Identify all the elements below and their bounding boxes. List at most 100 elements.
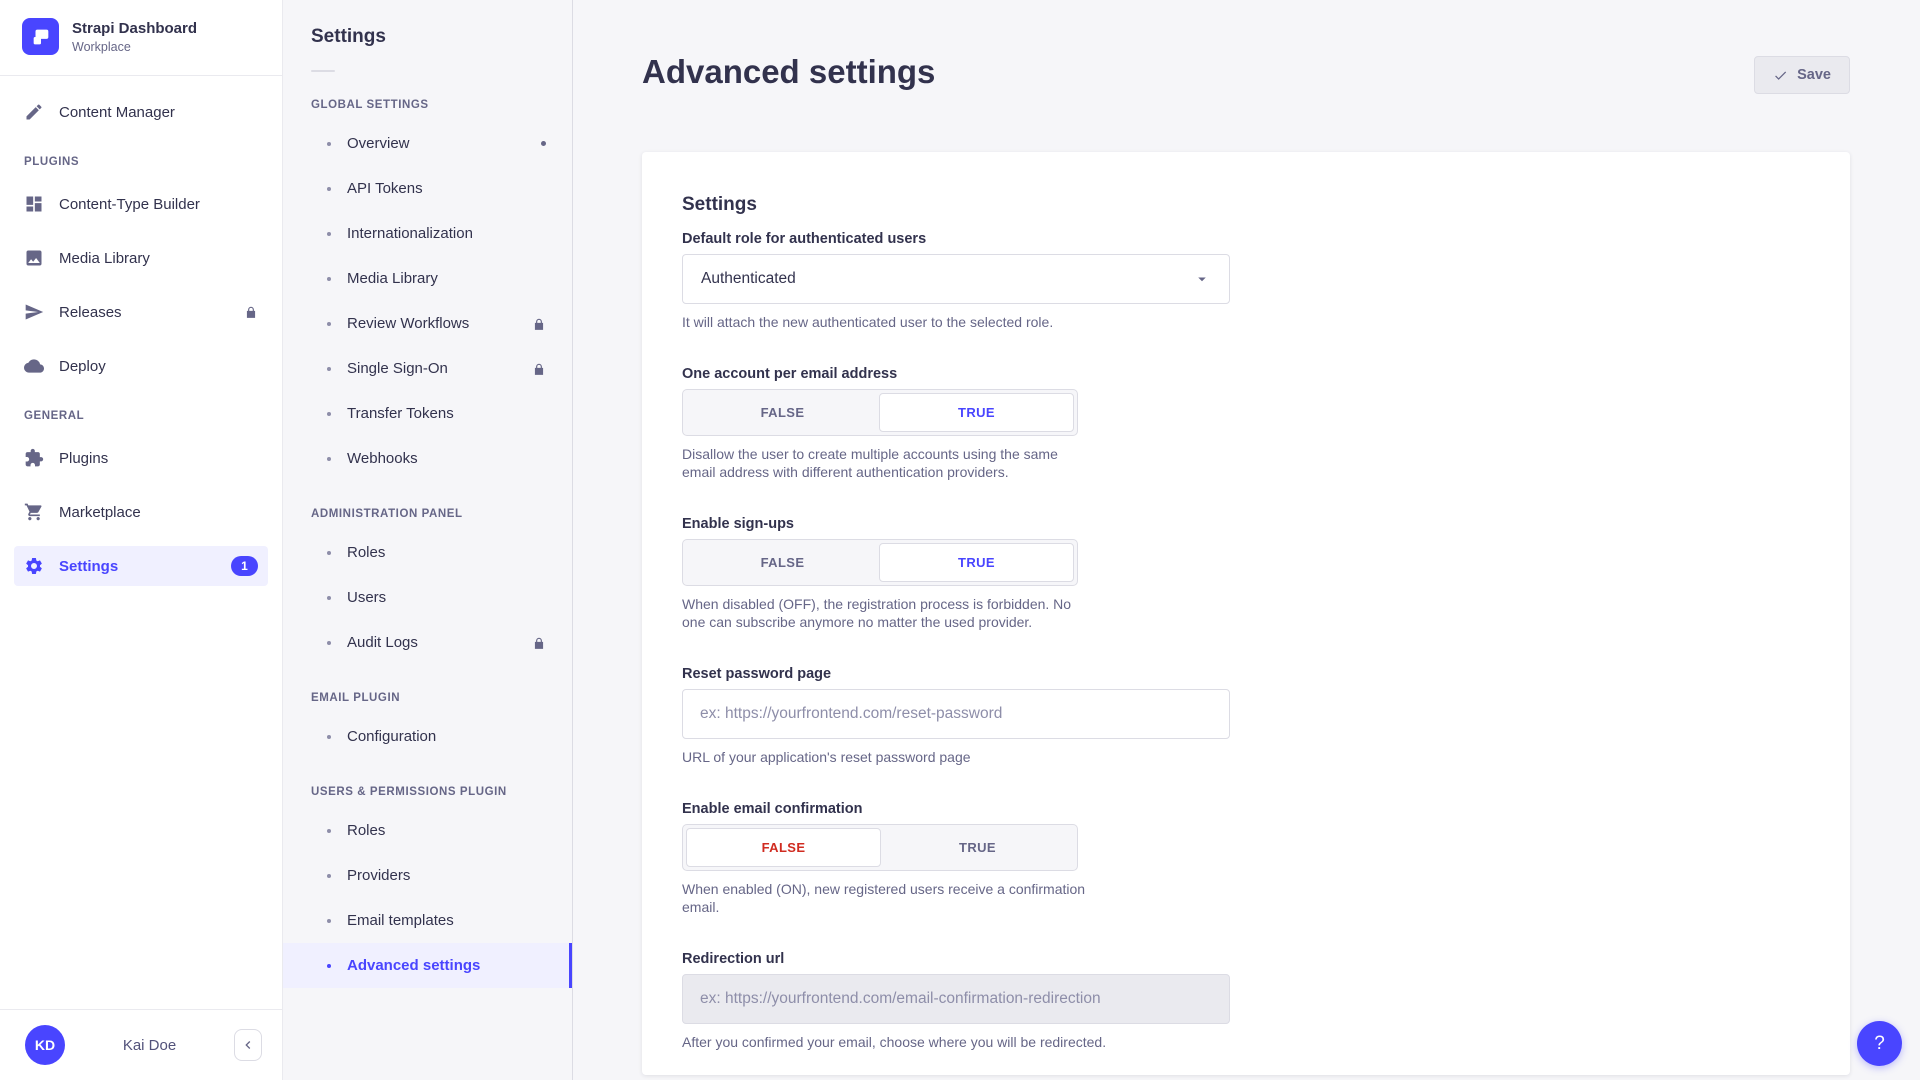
sidebar-item-marketplace[interactable]: Marketplace [14,492,268,532]
avatar: KD [25,1025,65,1065]
sidebar-item-media-library[interactable]: Media Library [14,238,268,278]
lock-icon [532,317,546,331]
field-email-confirmation: Enable email confirmation FALSE TRUE Whe… [682,801,1810,916]
subnav-item-audit-logs[interactable]: Audit Logs [283,620,572,665]
sidebar-item-releases[interactable]: Releases [14,292,268,332]
subnav-item-email-templates[interactable]: Email templates [283,898,572,943]
subnav-item-single-sign-on[interactable]: Single Sign-On [283,346,572,391]
field-hint: When enabled (ON), new registered users … [682,880,1087,916]
toggle-false-option[interactable]: FALSE [686,828,881,867]
subnav-item-transfer-tokens[interactable]: Transfer Tokens [283,391,572,436]
reset-password-page-input[interactable] [682,689,1230,739]
field-label: One account per email address [682,366,1810,382]
subnav-item-label: Media Library [347,270,438,287]
workspace-brand[interactable]: Strapi Dashboard Workplace [0,0,282,71]
toggle-true-option[interactable]: TRUE [879,393,1074,432]
chevron-down-icon [1193,270,1211,288]
field-label: Enable sign-ups [682,516,1810,532]
bullet-icon [327,735,331,739]
one-account-toggle: FALSE TRUE [682,389,1078,436]
subnav-item-configuration[interactable]: Configuration [283,714,572,759]
sidebar-item-label: Marketplace [59,504,141,521]
field-hint: When disabled (OFF), the registration pr… [682,595,1087,631]
subnav-item-label: Advanced settings [347,957,480,974]
subnav-item-label: Transfer Tokens [347,405,454,422]
subnav-item-internationalization[interactable]: Internationalization [283,211,572,256]
toggle-false-option[interactable]: FALSE [686,393,879,432]
email-confirmation-toggle: FALSE TRUE [682,824,1078,871]
subnav-item-admin-users[interactable]: Users [283,575,572,620]
sidebar-item-label: Media Library [59,250,150,267]
workspace-name: Workplace [72,40,197,54]
settings-card: Settings Default role for authenticated … [642,152,1850,1075]
nav-section-header-general: GENERAL [14,410,268,422]
redirection-url-input[interactable] [682,974,1230,1024]
save-button[interactable]: Save [1754,56,1850,94]
toggle-true-option[interactable]: TRUE [879,543,1074,582]
enable-signups-toggle: FALSE TRUE [682,539,1078,586]
sidebar-item-plugins[interactable]: Plugins [14,438,268,478]
subnav-item-up-roles[interactable]: Roles [283,808,572,853]
bullet-icon [327,142,331,146]
subnav-item-label: Internationalization [347,225,473,242]
toggle-false-option[interactable]: FALSE [686,543,879,582]
gear-icon [24,556,44,576]
main-sidebar: Strapi Dashboard Workplace Content Manag… [0,0,283,1080]
page-header: Advanced settings Save [573,0,1920,96]
sidebar-item-settings[interactable]: Settings 1 [14,546,268,586]
nav-section-header-plugins: PLUGINS [14,156,268,168]
sidebar-item-content-type-builder[interactable]: Content-Type Builder [14,184,268,224]
toggle-true-option[interactable]: TRUE [881,828,1074,867]
subnav-item-review-workflows[interactable]: Review Workflows [283,301,572,346]
bullet-icon [327,919,331,923]
card-heading: Settings [682,194,1810,216]
help-button[interactable]: ? [1857,1021,1902,1066]
question-mark-icon: ? [1874,1033,1885,1055]
field-reset-password-page: Reset password page URL of your applicat… [682,666,1810,766]
collapse-sidebar-button[interactable] [234,1029,262,1061]
field-enable-signups: Enable sign-ups FALSE TRUE When disabled… [682,516,1810,631]
bullet-icon [327,641,331,645]
subnav-item-label: Review Workflows [347,315,469,332]
sidebar-item-label: Plugins [59,450,108,467]
subnav-section-email-plugin: EMAIL PLUGIN Configuration [283,692,572,759]
bullet-icon [327,457,331,461]
default-role-select[interactable]: Authenticated [682,254,1230,304]
shopping-cart-icon [24,502,44,522]
subnav-item-label: Overview [347,135,410,152]
lock-icon [244,305,258,319]
subnav-item-label: Roles [347,822,385,839]
bullet-icon [327,187,331,191]
pen-icon [24,102,44,122]
field-hint: Disallow the user to create multiple acc… [682,445,1087,481]
main-content: Advanced settings Save Settings Default … [573,0,1920,1080]
brand-text: Strapi Dashboard Workplace [72,20,197,54]
strapi-logo [22,18,59,55]
lock-icon [532,636,546,650]
field-label: Reset password page [682,666,1810,682]
subnav-item-overview[interactable]: Overview [283,121,572,166]
sidebar-item-deploy[interactable]: Deploy [14,346,268,386]
subnav-section-header: USERS & PERMISSIONS PLUGIN [283,786,572,798]
subnav-item-label: API Tokens [347,180,423,197]
save-button-label: Save [1797,67,1831,83]
sidebar-item-content-manager[interactable]: Content Manager [14,92,268,132]
field-hint: It will attach the new authenticated use… [682,313,1810,331]
subnav-section-users-permissions-plugin: USERS & PERMISSIONS PLUGIN Roles Provide… [283,786,572,988]
subnav-item-admin-roles[interactable]: Roles [283,530,572,575]
picture-icon [24,248,44,268]
user-name: Kai Doe [65,1037,234,1054]
sidebar-item-label: Content Manager [59,104,175,121]
app-title: Strapi Dashboard [72,20,197,38]
subnav-section-header: ADMINISTRATION PANEL [283,508,572,520]
subnav-item-api-tokens[interactable]: API Tokens [283,166,572,211]
main-nav-list: Content Manager PLUGINS Content-Type Bui… [0,76,282,600]
subnav-item-providers[interactable]: Providers [283,853,572,898]
subnav-item-advanced-settings[interactable]: Advanced settings [283,943,572,988]
bullet-icon [327,551,331,555]
bullet-icon [327,829,331,833]
subnav-item-webhooks[interactable]: Webhooks [283,436,572,481]
field-hint: After you confirmed your email, choose w… [682,1033,1810,1051]
subnav-item-label: Webhooks [347,450,418,467]
subnav-item-media-library[interactable]: Media Library [283,256,572,301]
